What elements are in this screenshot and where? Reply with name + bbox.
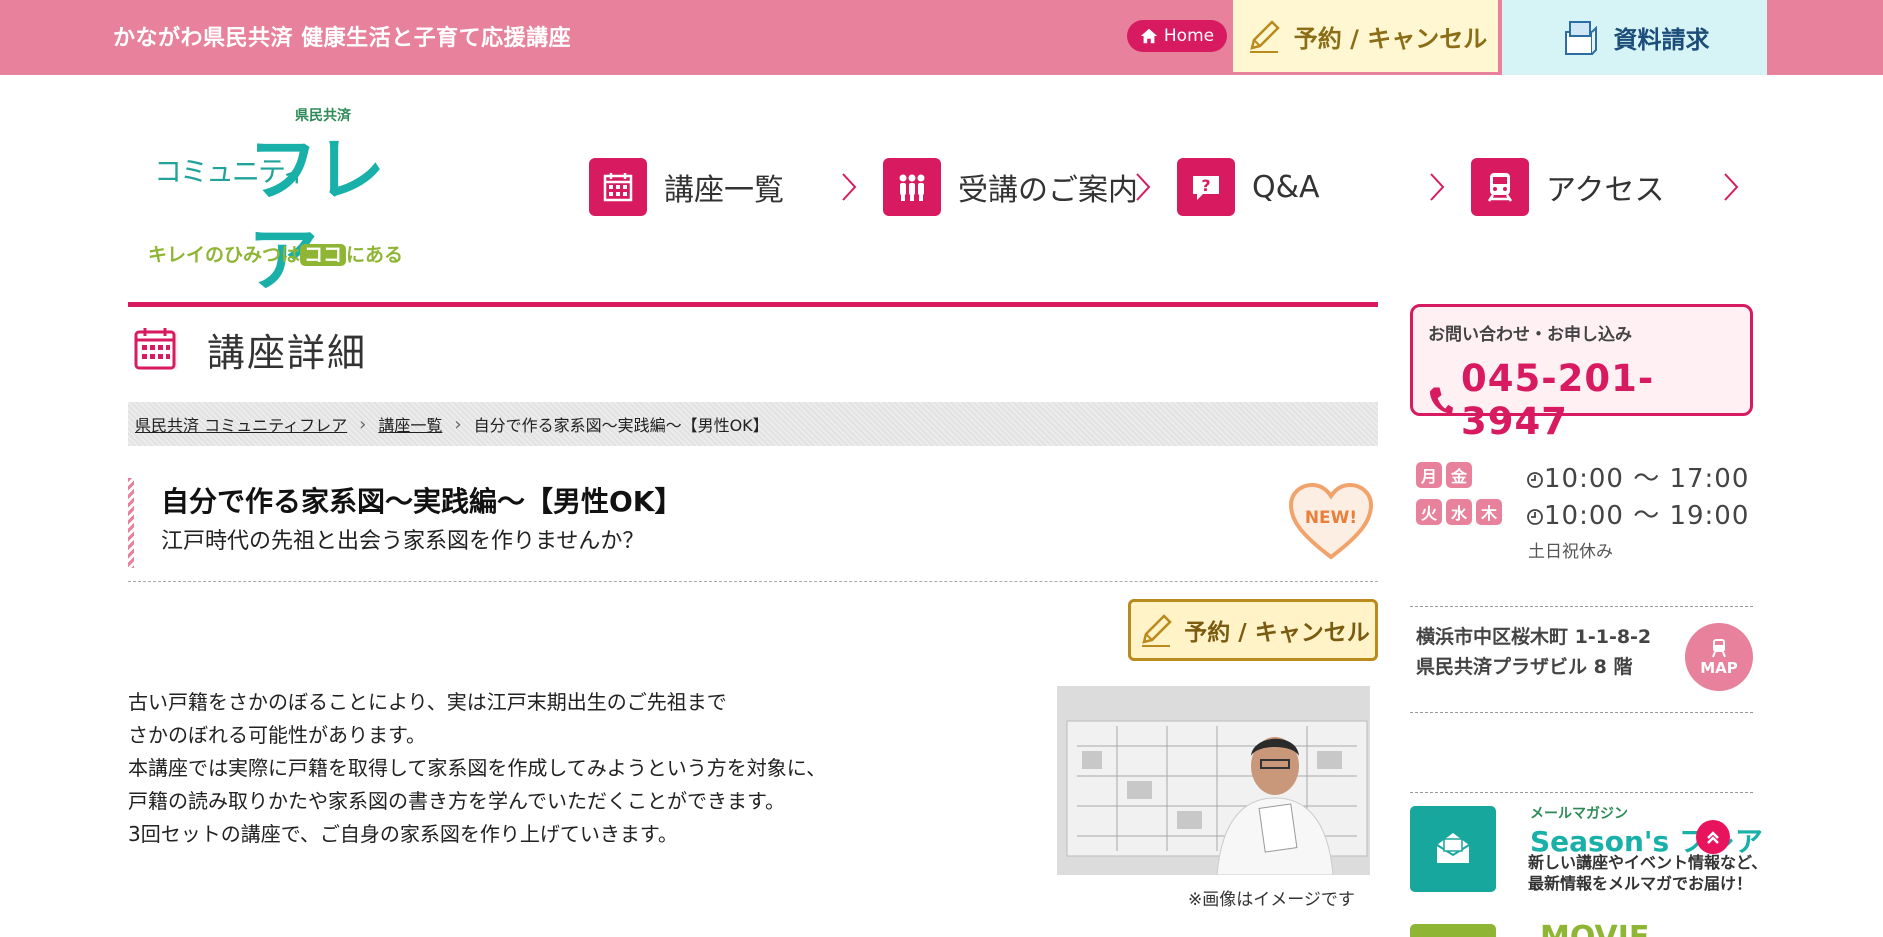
nav-label: Q&A	[1252, 169, 1320, 205]
hours-time: 10:00 ～ 17:00	[1526, 458, 1749, 495]
description-line: 3回セットの講座で、ご自身の家系図を作り上げていきます。	[128, 822, 678, 846]
home-icon	[1140, 28, 1157, 44]
nav-item-qa[interactable]: ? Q&A	[1177, 158, 1447, 216]
hours-time: 10:00 ～ 19:00	[1526, 495, 1749, 532]
page-title: 講座詳細	[207, 331, 368, 375]
chevron-right-icon: ›	[359, 413, 367, 435]
home-label: Home	[1163, 26, 1215, 46]
phone-number[interactable]: 045-201-3947	[1428, 357, 1750, 443]
photo-caption: ※画像はイメージです	[1188, 890, 1355, 910]
closed-days-note: 土日祝休み	[1528, 542, 1613, 562]
nav-label: 受講のご案内	[958, 173, 1138, 208]
top-bar: かながわ県民共済 健康生活と子育て応援講座 Home 予約 / キャンセル 資料…	[0, 0, 1883, 75]
course-description: 古い戸籍をさかのぼることにより、実は江戸末期出生のご先祖まで さかのぼれる可能性…	[128, 686, 908, 851]
movie-banner-icon[interactable]	[1410, 924, 1496, 937]
address-line: 横浜市中区桜木町 1-1-8-2	[1416, 626, 1652, 648]
pencil-icon	[1249, 20, 1280, 53]
sidebar-divider	[1410, 606, 1753, 607]
document-box-icon	[1564, 20, 1597, 55]
description-line: 古い戸籍をさかのぼることにより、実は江戸末期出生のご先祖まで	[128, 690, 727, 714]
day-badge: 水	[1446, 499, 1472, 525]
logo-tagline: キレイのひみつは ココ にある	[148, 244, 404, 266]
day-badge: 金	[1446, 462, 1472, 488]
course-title: 自分で作る家系図～実践編～【男性OK】	[161, 485, 683, 518]
phone-icon	[1429, 387, 1454, 414]
hours-row: 月 金	[1416, 462, 1476, 488]
contact-label: お問い合わせ・お申し込み	[1428, 325, 1632, 345]
clock-icon	[1527, 508, 1543, 525]
nav-label: アクセス	[1546, 173, 1665, 208]
day-badge: 木	[1476, 499, 1502, 525]
movie-banner-title[interactable]: MOVIE	[1540, 918, 1649, 937]
day-badge: 火	[1416, 499, 1442, 525]
question-icon: ?	[1177, 158, 1235, 216]
sidebar-divider	[1410, 712, 1753, 713]
chevron-right-icon	[1724, 173, 1739, 201]
nav-item-access[interactable]: アクセス	[1471, 158, 1741, 216]
reserve-cancel-label: 予約 / キャンセル	[1184, 620, 1370, 646]
nav-item-guide[interactable]: 受講のご案内	[883, 158, 1153, 216]
chevron-right-icon	[1136, 173, 1151, 201]
people-icon	[883, 158, 941, 216]
hours-row: 火 水 木	[1416, 499, 1506, 525]
arrow-up-icon	[1707, 831, 1719, 844]
day-badge: 月	[1416, 462, 1442, 488]
chevron-right-icon: ›	[454, 413, 462, 435]
site-title: かながわ県民共済 健康生活と子育て応援講座	[113, 26, 572, 51]
envelope-icon	[1436, 833, 1470, 863]
course-header: 自分で作る家系図～実践編～【男性OK】 江戸時代の先祖と出会う家系図を作りません…	[128, 475, 1378, 582]
chevron-right-icon	[1430, 173, 1445, 201]
top-reserve-label: 予約 / キャンセル	[1293, 24, 1488, 53]
reserve-cancel-button[interactable]: 予約 / キャンセル	[1128, 599, 1378, 661]
nav-label: 講座一覧	[664, 173, 784, 208]
contact-box[interactable]: お問い合わせ・お申し込み 045-201-3947	[1410, 304, 1753, 443]
heading-stripe	[128, 478, 134, 568]
svg-text:NEW!: NEW!	[1305, 508, 1357, 528]
site-logo[interactable]: 県民共済 コミュニティ フレア キレイのひみつは ココ にある	[148, 105, 438, 301]
calendar-icon	[134, 328, 178, 370]
top-reserve-button[interactable]: 予約 / キャンセル	[1233, 0, 1498, 75]
address-line: 県民共済プラザビル 8 階	[1416, 656, 1633, 678]
address: 横浜市中区桜木町 1-1-8-2 県民共済プラザビル 8 階	[1416, 622, 1651, 682]
mail-magazine-icon[interactable]	[1410, 806, 1496, 892]
breadcrumb-link-course-list[interactable]: 講座一覧	[378, 412, 442, 436]
top-docs-button[interactable]: 資料請求	[1502, 0, 1767, 75]
title-divider	[128, 302, 1378, 307]
description-line: 戸籍の読み取りかたや家系図の書き方を学んでいただくことができます。	[128, 789, 785, 813]
home-button[interactable]: Home	[1127, 20, 1227, 52]
breadcrumb-link-home[interactable]: 県民共済 コミュニティフレア	[135, 412, 347, 436]
scroll-to-top-button[interactable]	[1696, 820, 1730, 854]
calendar-icon	[589, 158, 647, 216]
sidebar-divider	[1410, 792, 1753, 793]
chevron-right-icon	[842, 173, 857, 201]
logo-main-text: フレア	[248, 129, 385, 301]
logo-top-text: 県民共済	[295, 108, 351, 124]
train-icon	[1712, 639, 1726, 658]
top-docs-label: 資料請求	[1613, 26, 1710, 54]
description-line: さかのぼれる可能性があります。	[128, 723, 426, 747]
breadcrumb: 県民共済 コミュニティフレア › 講座一覧 › 自分で作る家系図～実践編～【男性…	[128, 402, 1378, 446]
description-line: 本講座では実際に戸籍を取得して家系図を作成してみようという方を対象に、	[128, 756, 827, 780]
breadcrumb-current: 自分で作る家系図～実践編～【男性OK】	[473, 416, 769, 435]
map-button[interactable]: MAP	[1685, 623, 1753, 691]
course-photo	[1057, 686, 1370, 875]
mail-magazine-description: 新しい講座やイベント情報など、 最新情報をメルマガでお届け！	[1528, 853, 1768, 893]
clock-icon	[1527, 471, 1543, 488]
new-heart-badge: NEW!	[1289, 483, 1373, 560]
train-icon	[1471, 158, 1529, 216]
course-subtitle: 江戸時代の先祖と出会う家系図を作りませんか？	[161, 529, 645, 554]
nav-item-course-list[interactable]: 講座一覧	[589, 158, 859, 216]
svg-text:?: ?	[1201, 176, 1210, 195]
pencil-icon	[1142, 614, 1173, 647]
